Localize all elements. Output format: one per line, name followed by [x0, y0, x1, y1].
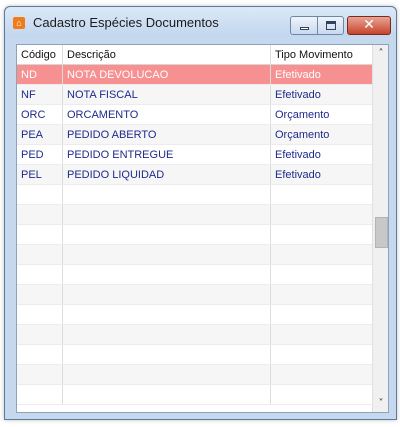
table-cell	[62, 225, 270, 244]
table-row[interactable]: PEA PEDIDO ABERTO Orçamento	[17, 125, 372, 145]
table-cell: NOTA DEVOLUCAO	[62, 65, 270, 84]
table-cell	[270, 365, 372, 384]
empty-row[interactable]	[17, 285, 372, 305]
title-bar[interactable]: ⌂ Cadastro Espécies Documentos ✕	[5, 7, 396, 37]
grid-container: Código Descrição Tipo Movimento ND NOTA D…	[16, 44, 389, 413]
empty-row[interactable]	[17, 365, 372, 385]
table-cell: PEDIDO ENTREGUE	[62, 145, 270, 164]
table-cell	[270, 225, 372, 244]
table-cell	[270, 265, 372, 284]
minimize-button[interactable]	[290, 16, 318, 35]
table-row[interactable]: ORC ORCAMENTO Orçamento	[17, 105, 372, 125]
table-cell	[270, 205, 372, 224]
table-cell	[17, 205, 62, 224]
vertical-scrollbar[interactable]: ˄ ˅	[372, 45, 388, 412]
table-cell	[17, 385, 62, 404]
empty-row[interactable]	[17, 245, 372, 265]
scroll-thumb[interactable]	[375, 217, 388, 248]
window-title: Cadastro Espécies Documentos	[33, 15, 219, 30]
grid-header: Código Descrição Tipo Movimento	[17, 45, 372, 65]
empty-row[interactable]	[17, 225, 372, 245]
empty-row[interactable]	[17, 325, 372, 345]
table-cell: PEA	[21, 129, 44, 141]
column-header-descricao[interactable]: Descrição	[62, 45, 270, 64]
table-cell	[17, 225, 62, 244]
table-cell: Efetivado	[270, 165, 372, 184]
document-species-window: ⌂ Cadastro Espécies Documentos ✕ Código …	[4, 6, 397, 420]
minimize-icon	[300, 27, 309, 30]
table-cell	[62, 365, 270, 384]
table-cell: PEL	[21, 169, 42, 181]
maximize-button[interactable]	[317, 16, 344, 35]
table-cell	[62, 185, 270, 204]
table-cell	[17, 285, 62, 304]
table-cell	[17, 345, 62, 364]
table-cell: Efetivado	[270, 65, 372, 84]
table-cell: PEDIDO ABERTO	[62, 125, 270, 144]
table-cell	[270, 245, 372, 264]
column-header-codigo[interactable]: Código	[17, 45, 62, 64]
table-cell	[62, 285, 270, 304]
table-cell	[270, 185, 372, 204]
empty-row[interactable]	[17, 385, 372, 405]
empty-row[interactable]	[17, 205, 372, 225]
table-cell	[62, 345, 270, 364]
scroll-down-icon[interactable]: ˅	[373, 395, 389, 412]
close-icon: ✕	[363, 17, 375, 33]
empty-row[interactable]	[17, 265, 372, 285]
table-cell: NF	[21, 89, 36, 101]
table-cell	[17, 185, 62, 204]
table-cell	[62, 385, 270, 404]
house-icon: ⌂	[13, 17, 25, 29]
table-cell: ORC	[21, 109, 46, 121]
table-cell	[270, 325, 372, 344]
table-cell	[62, 245, 270, 264]
table-cell: PEDIDO LIQUIDAD	[62, 165, 270, 184]
table-cell	[270, 305, 372, 324]
empty-row[interactable]	[17, 305, 372, 325]
close-button[interactable]: ✕	[347, 16, 391, 35]
table-cell	[62, 305, 270, 324]
table-cell	[62, 265, 270, 284]
table-cell	[270, 345, 372, 364]
table-cell: Orçamento	[270, 125, 372, 144]
table-row[interactable]: PEL PEDIDO LIQUIDAD Efetivado	[17, 165, 372, 185]
table-cell	[17, 265, 62, 284]
table-cell: Orçamento	[270, 105, 372, 124]
scroll-up-icon[interactable]: ˄	[373, 45, 389, 62]
table-cell	[62, 205, 270, 224]
table-cell: Efetivado	[270, 145, 372, 164]
species-grid: Código Descrição Tipo Movimento ND NOTA D…	[17, 45, 372, 412]
table-cell: ORCAMENTO	[62, 105, 270, 124]
maximize-icon	[326, 21, 336, 30]
table-row[interactable]: NF NOTA FISCAL Efetivado	[17, 85, 372, 105]
table-cell	[17, 245, 62, 264]
table-cell: Efetivado	[270, 85, 372, 104]
column-header-tipo-movimento[interactable]: Tipo Movimento	[270, 45, 372, 64]
table-cell: ND	[21, 69, 37, 81]
empty-row[interactable]	[17, 345, 372, 365]
table-row[interactable]: PED PEDIDO ENTREGUE Efetivado	[17, 145, 372, 165]
table-row[interactable]: ND NOTA DEVOLUCAO Efetivado	[17, 65, 372, 85]
table-cell	[62, 325, 270, 344]
table-cell	[270, 385, 372, 404]
table-cell: NOTA FISCAL	[62, 85, 270, 104]
table-cell: PED	[21, 149, 44, 161]
empty-row[interactable]	[17, 185, 372, 205]
table-cell	[17, 305, 62, 324]
table-cell	[270, 285, 372, 304]
table-cell	[17, 365, 62, 384]
table-cell	[17, 325, 62, 344]
